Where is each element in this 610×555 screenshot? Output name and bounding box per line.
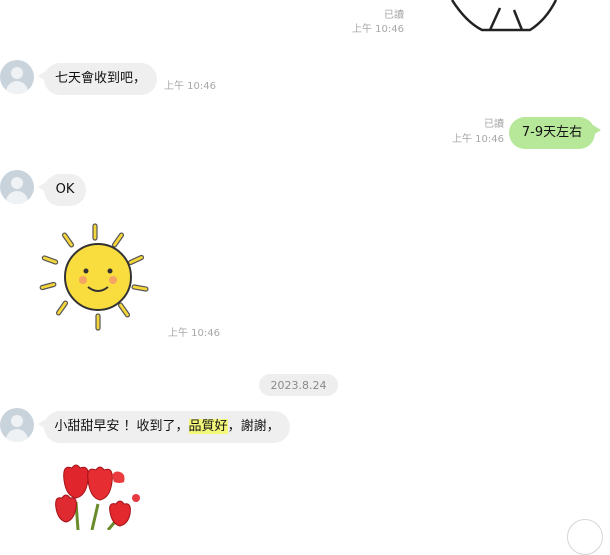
- incoming-message-bubble[interactable]: 七天會收到吧，: [38, 63, 157, 95]
- message-text: OK: [55, 182, 75, 197]
- message-text: 7-9天左右: [521, 125, 583, 140]
- read-receipt: 已讀: [384, 10, 404, 21]
- avatar-head: [11, 67, 23, 79]
- outgoing-message-bubble[interactable]: 7-9天左右: [509, 117, 601, 149]
- heart-sticker: [132, 494, 140, 502]
- message-time: 上午 10:46: [352, 24, 404, 35]
- avatar-head: [11, 177, 23, 189]
- message-text-after: ，謝謝，: [227, 419, 280, 434]
- incoming-message-bubble[interactable]: 小甜甜早安 ！收到了，品質好，謝謝，: [38, 411, 290, 443]
- read-receipt: 已讀: [484, 119, 504, 130]
- contact-avatar[interactable]: [0, 408, 34, 442]
- message-time: 上午 10:46: [452, 134, 504, 145]
- outgoing-sticker-partial: [450, 0, 558, 32]
- scroll-to-bottom-button[interactable]: [567, 519, 603, 555]
- avatar-body: [6, 191, 28, 204]
- message-time: 上午 10:46: [168, 328, 220, 339]
- avatar-body: [6, 429, 28, 442]
- message-text: 七天會收到吧，: [54, 71, 146, 86]
- contact-avatar[interactable]: [0, 170, 34, 204]
- contact-avatar[interactable]: [0, 60, 34, 94]
- incoming-message-bubble[interactable]: OK: [38, 174, 86, 206]
- message-time: 上午 10:46: [164, 81, 216, 92]
- date-separator: 2023.8.24: [259, 374, 338, 396]
- message-text-before: 小甜甜早安 ！收到了，: [54, 419, 189, 434]
- message-text: 小甜甜早安 ！收到了，品質好，謝謝，: [54, 419, 280, 435]
- sun-sticker[interactable]: [38, 222, 158, 334]
- highlighted-text: 品質好: [188, 419, 228, 434]
- avatar-body: [6, 81, 28, 94]
- avatar-head: [11, 415, 23, 427]
- tulip-sticker[interactable]: [50, 462, 150, 530]
